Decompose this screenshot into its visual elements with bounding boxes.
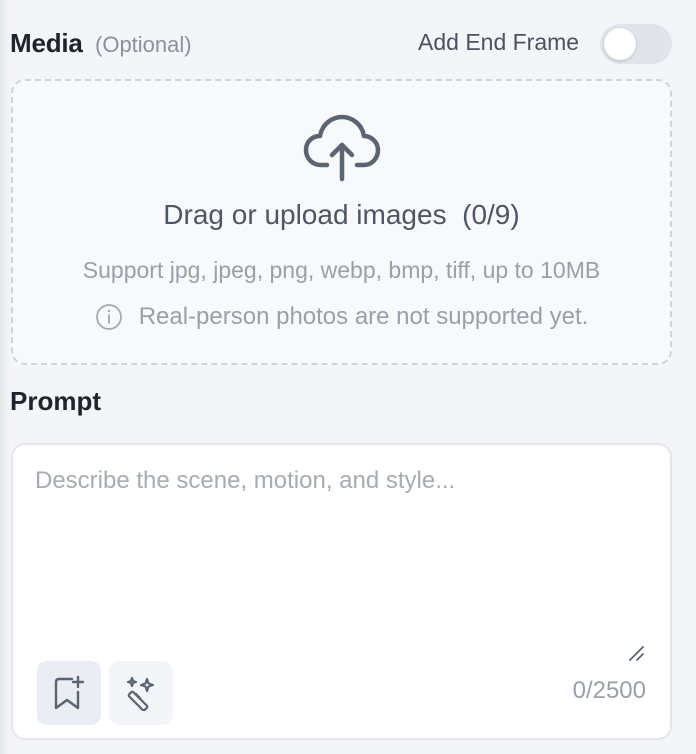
info-icon <box>95 304 122 330</box>
upload-formats-text: Support jpg, jpeg, png, webp, bmp, tiff,… <box>82 257 601 283</box>
resize-handle-icon[interactable] <box>627 644 645 662</box>
prompt-input[interactable] <box>35 463 645 643</box>
add-end-frame-toggle[interactable] <box>600 24 672 64</box>
upload-title: Drag or upload images (0/9) <box>163 199 520 230</box>
enhance-prompt-button[interactable] <box>109 661 173 725</box>
save-prompt-button[interactable] <box>37 661 101 725</box>
upload-note-text: Real-person photos are not supported yet… <box>138 303 589 330</box>
add-end-frame-label: Add End Frame <box>418 29 580 55</box>
prompt-char-count: 0/2500 <box>572 677 646 704</box>
image-upload-dropzone[interactable]: Drag or upload images (0/9) Support jpg,… <box>11 79 672 365</box>
prompt-label: Prompt <box>10 386 101 416</box>
upload-note: Real-person photos are not supported yet… <box>13 303 670 331</box>
panel-edge-shadow <box>0 0 10 754</box>
media-title: Media <box>10 28 83 58</box>
magic-wand-icon <box>126 676 155 711</box>
cloud-upload-icon <box>303 114 381 182</box>
toggle-knob <box>604 28 636 60</box>
prompt-box: 0/2500 <box>11 443 672 740</box>
media-header: Media (Optional) Add End Frame <box>10 24 672 64</box>
bookmark-add-icon <box>54 675 85 710</box>
media-optional-label: (Optional) <box>95 32 192 57</box>
